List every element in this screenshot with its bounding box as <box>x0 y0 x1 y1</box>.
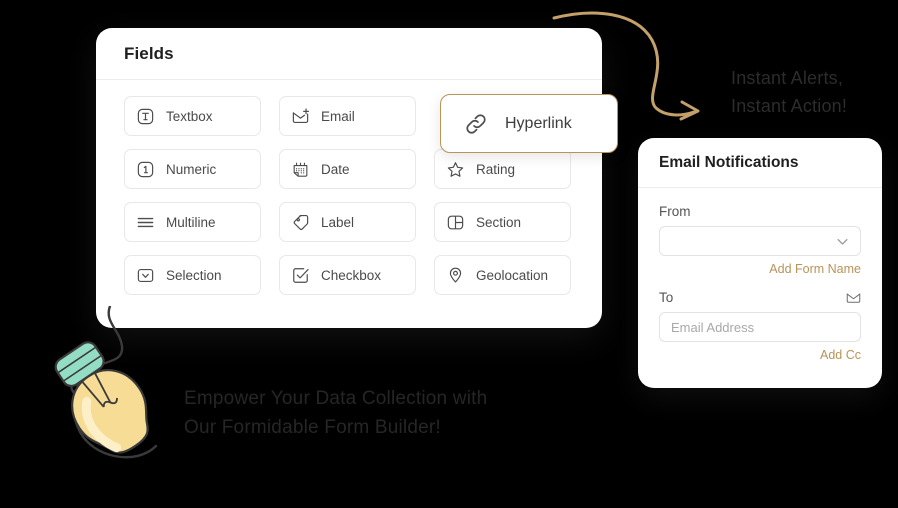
instant-alerts-line1: Instant Alerts, <box>731 68 844 88</box>
textbox-icon <box>136 107 155 126</box>
link-chain-icon <box>463 111 489 137</box>
field-card-email[interactable]: Email <box>279 96 416 136</box>
email-envelope-plus-icon <box>291 107 310 126</box>
lightbulb-illustration <box>54 306 158 459</box>
email-panel-body: From Add Form Name To Email Address Add … <box>638 188 882 362</box>
calendar-icon <box>291 160 310 179</box>
email-notifications-panel: Email Notifications From Add Form Name T… <box>638 138 882 388</box>
field-card-selection[interactable]: Selection <box>124 255 261 295</box>
map-pin-icon <box>446 266 465 285</box>
tag-icon <box>291 213 310 232</box>
dropdown-chevron-box-icon <box>136 266 155 285</box>
field-card-label: Geolocation <box>476 267 549 283</box>
star-icon <box>446 160 465 179</box>
field-card-label: Label <box>321 214 355 230</box>
lines-icon <box>136 213 155 232</box>
email-address-input[interactable]: Email Address <box>659 312 861 342</box>
numeric-one-icon <box>136 160 155 179</box>
field-card-multiline[interactable]: Multiline <box>124 202 261 242</box>
field-card-label: Selection <box>166 267 222 283</box>
field-card-checkbox[interactable]: Checkbox <box>279 255 416 295</box>
tagline-line2: Our Formidable Form Builder! <box>184 417 441 438</box>
field-card-label: Section <box>476 214 522 230</box>
layout-section-icon <box>446 213 465 232</box>
field-card-geolocation[interactable]: Geolocation <box>434 255 571 295</box>
envelope-icon[interactable] <box>846 291 861 304</box>
instant-alerts-headline: Instant Alerts, Instant Action! <box>731 64 847 120</box>
add-cc-link[interactable]: Add Cc <box>659 348 861 362</box>
field-card-label: Checkbox <box>321 267 382 283</box>
field-card-label: Date <box>321 161 350 177</box>
chevron-down-icon <box>835 234 850 249</box>
field-card-section[interactable]: Section <box>434 202 571 242</box>
email-panel-title: Email Notifications <box>659 153 799 171</box>
field-card-date[interactable]: Date <box>279 149 416 189</box>
to-row: To <box>659 290 861 305</box>
field-card-label: Textbox <box>166 108 213 124</box>
field-card-label: Email <box>321 108 355 124</box>
from-label: From <box>659 204 691 219</box>
field-card-numeric[interactable]: Numeric <box>124 149 261 189</box>
page-title: Fields <box>124 43 174 63</box>
tagline-line1: Empower Your Data Collection with <box>184 388 488 409</box>
screen-background: Fields Textbox Email Numeric Date Rating… <box>0 0 898 508</box>
add-form-name-link[interactable]: Add Form Name <box>659 262 861 276</box>
from-select[interactable] <box>659 226 861 256</box>
instant-alerts-line2: Instant Action! <box>731 96 848 116</box>
field-card-hyperlink-selected[interactable]: Hyperlink <box>440 94 618 153</box>
field-card-label: Hyperlink <box>505 114 572 132</box>
field-card-label: Numeric <box>166 161 217 177</box>
field-card-label: Multiline <box>166 214 216 230</box>
fields-panel-header: Fields <box>96 28 602 80</box>
field-card-textbox[interactable]: Textbox <box>124 96 261 136</box>
tagline: Empower Your Data Collection with Our Fo… <box>184 384 487 442</box>
field-card-rating[interactable]: Rating <box>434 149 571 189</box>
email-panel-header: Email Notifications <box>638 138 882 188</box>
field-card-label: Rating <box>476 161 516 177</box>
fields-panel: Fields Textbox Email Numeric Date Rating… <box>96 28 602 328</box>
field-card-label[interactable]: Label <box>279 202 416 242</box>
to-label: To <box>659 290 674 305</box>
email-address-placeholder: Email Address <box>671 319 755 335</box>
checkbox-check-icon <box>291 266 310 285</box>
